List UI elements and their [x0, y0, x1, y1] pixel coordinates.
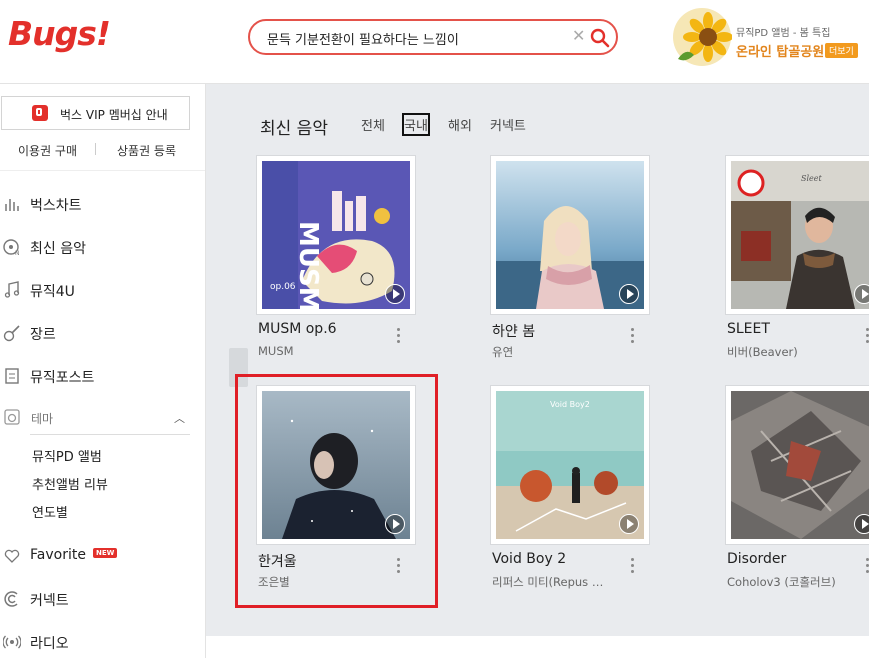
- sidebar-item-music-post[interactable]: 뮤직포스트: [0, 362, 205, 392]
- theme-item-year[interactable]: 연도별: [32, 502, 68, 521]
- album-cover-frame[interactable]: Void Boy2: [491, 386, 649, 544]
- vip-label: 벅스 VIP 멤버십 안내: [60, 108, 168, 122]
- filter-tab-domestic[interactable]: 국내: [402, 113, 430, 136]
- heart-icon: [4, 549, 20, 563]
- search-input[interactable]: 문득 기분전환이 필요하다는 느낌이: [267, 29, 459, 48]
- connect-icon: [4, 591, 18, 607]
- album-card[interactable]: 하얀 봄 유연: [491, 156, 691, 359]
- left-sidebar: 벅스 VIP 멤버십 안내 이용권 구매 상품권 등록 벅스차트 N 최신 음악…: [0, 84, 206, 658]
- new-music-icon: N: [3, 239, 20, 256]
- guitar-icon: [3, 325, 20, 342]
- album-cover-frame[interactable]: Sleet: [726, 156, 869, 314]
- void-boy-cover-text: Void Boy2: [550, 400, 590, 409]
- sidebar-item-radio[interactable]: 라디오: [0, 628, 205, 658]
- album-title[interactable]: MUSM op.6: [258, 321, 337, 337]
- sidebar-item-label: 뮤직4U: [30, 284, 75, 300]
- divider: [30, 434, 190, 435]
- sidebar-item-label: 라디오: [30, 636, 69, 652]
- sidebar-item-music4u[interactable]: 뮤직4U: [0, 276, 205, 306]
- more-vertical-icon[interactable]: [631, 328, 635, 346]
- clear-search-icon[interactable]: ✕: [572, 26, 585, 45]
- album-artist[interactable]: Coholov3 (코홀러브): [727, 574, 836, 590]
- album-cover-frame[interactable]: [491, 156, 649, 314]
- filter-tab-connect[interactable]: 커넥트: [490, 115, 526, 134]
- buy-pass-link[interactable]: 이용권 구매: [18, 142, 77, 159]
- play-icon[interactable]: [385, 284, 405, 304]
- album-artist[interactable]: MUSM: [258, 344, 294, 358]
- album-artist[interactable]: 유연: [492, 344, 513, 360]
- promo-subtitle: 뮤직PD 앨범 - 봄 특집: [736, 28, 831, 39]
- album-artist[interactable]: 비버(Beaver): [727, 344, 798, 360]
- vip-icon: [32, 105, 48, 121]
- play-icon[interactable]: [619, 514, 639, 534]
- play-icon[interactable]: [854, 284, 869, 304]
- album-cover-disorder[interactable]: [731, 391, 869, 539]
- content-footer-space: [206, 636, 869, 658]
- album-artist[interactable]: 리퍼스 미티(Repus …: [492, 574, 603, 590]
- search-box[interactable]: 문득 기분전환이 필요하다는 느낌이 ✕: [248, 19, 618, 55]
- play-icon[interactable]: [854, 514, 869, 534]
- register-voucher-link[interactable]: 상품권 등록: [117, 142, 176, 159]
- sidebar-item-label: Favorite: [30, 547, 86, 563]
- vip-membership-button[interactable]: 벅스 VIP 멤버십 안내: [1, 96, 190, 130]
- album-title[interactable]: 하얀 봄: [492, 321, 535, 341]
- sidebar-item-connect[interactable]: 커넥트: [0, 585, 205, 615]
- promo-more-button[interactable]: 더보기: [825, 43, 858, 58]
- sidebar-item-label: 커넥트: [30, 593, 69, 609]
- sidebar-item-new-music[interactable]: N 최신 음악: [0, 233, 205, 263]
- album-cover-sleet[interactable]: Sleet: [731, 161, 869, 309]
- radio-icon: [3, 635, 21, 649]
- selection-highlight-box: [235, 374, 438, 608]
- svg-text:N: N: [15, 250, 20, 256]
- more-vertical-icon[interactable]: [397, 328, 401, 346]
- theme-item-musicpd[interactable]: 뮤직PD 앨범: [32, 446, 102, 465]
- sidebar-item-genre[interactable]: 장르: [0, 319, 205, 349]
- chevron-up-icon[interactable]: ︿: [174, 410, 185, 426]
- album-card[interactable]: Disorder Coholov3 (코홀러브): [726, 386, 869, 589]
- section-title: 최신 음악: [260, 119, 328, 139]
- chart-icon: [5, 199, 19, 211]
- sunflower-promo-image[interactable]: [672, 7, 732, 67]
- album-card[interactable]: Sleet SLEET 비버(Beaver): [726, 156, 869, 359]
- filter-tab-all[interactable]: 전체: [361, 115, 385, 134]
- album-cover-frame[interactable]: [726, 386, 869, 544]
- sidebar-item-label: 최신 음악: [30, 241, 86, 257]
- sidebar-item-chart[interactable]: 벅스차트: [0, 190, 205, 220]
- theme-section-label[interactable]: 테마: [31, 410, 53, 427]
- post-icon: [5, 368, 19, 384]
- sleet-cover-text: Sleet: [801, 174, 823, 183]
- album-card[interactable]: MUSM op.06 MUSM op.6 MUSM: [257, 156, 457, 358]
- album-title[interactable]: Disorder: [727, 551, 786, 567]
- sidebar-item-label: 벅스차트: [30, 198, 82, 214]
- sidebar-item-label: 뮤직포스트: [30, 370, 95, 386]
- purchase-links: 이용권 구매 상품권 등록: [0, 142, 205, 162]
- musm-cover-op: op.06: [270, 282, 296, 292]
- new-badge: NEW: [93, 548, 118, 558]
- album-card[interactable]: Void Boy2 Void Boy 2 리퍼스 미티(Repus …: [491, 386, 691, 589]
- album-title[interactable]: Void Boy 2: [492, 551, 566, 567]
- divider: [0, 170, 205, 171]
- play-icon[interactable]: [619, 284, 639, 304]
- music-note-icon: [4, 281, 20, 298]
- top-header: Bugs! 문득 기분전환이 필요하다는 느낌이 ✕ 뮤직PD 앨범 - 봄 특…: [0, 0, 869, 84]
- album-cover-frame[interactable]: MUSM op.06: [257, 156, 415, 314]
- theme-icon: [4, 409, 20, 425]
- bugs-logo[interactable]: Bugs!: [8, 14, 111, 53]
- theme-item-review[interactable]: 추천앨범 리뷰: [32, 474, 108, 493]
- filter-tab-overseas[interactable]: 해외: [448, 115, 472, 134]
- search-icon[interactable]: [590, 28, 610, 48]
- promo-title[interactable]: 온라인 탑골공원: [736, 41, 824, 60]
- divider: [95, 143, 96, 155]
- musm-cover-title: MUSM: [293, 221, 323, 309]
- album-title[interactable]: SLEET: [727, 321, 770, 337]
- more-vertical-icon[interactable]: [631, 558, 635, 576]
- sidebar-item-label: 장르: [30, 327, 56, 343]
